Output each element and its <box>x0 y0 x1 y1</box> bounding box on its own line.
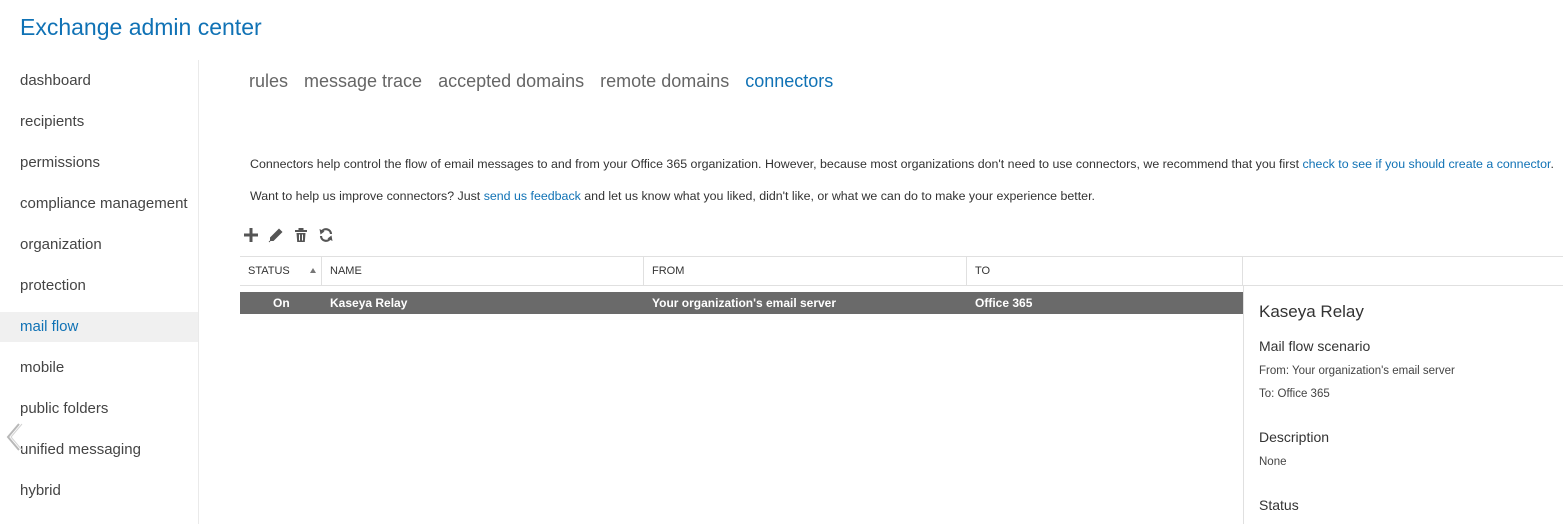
sidebar-item-unified-messaging[interactable]: unified messaging <box>0 435 198 465</box>
tab-rules[interactable]: rules <box>249 68 288 94</box>
create-connector-check-link[interactable]: check to see if you should create a conn… <box>1302 157 1550 171</box>
refresh-button[interactable] <box>315 224 336 246</box>
row-from: Your organization's email server <box>652 296 837 310</box>
row-name: Kaseya Relay <box>330 296 408 310</box>
sidebar-item-public-folders[interactable]: public folders <box>0 394 198 424</box>
sidebar-item-organization[interactable]: organization <box>0 230 198 260</box>
column-header-from[interactable]: FROM <box>644 257 967 285</box>
sidebar-nav: dashboard recipients permissions complia… <box>0 60 199 524</box>
send-feedback-link[interactable]: send us feedback <box>484 189 581 203</box>
delete-button[interactable] <box>290 224 311 246</box>
feedback-text: Want to help us improve connectors? Just… <box>250 189 1095 203</box>
column-header-to[interactable]: TO <box>967 257 1243 285</box>
table-row[interactable]: On Kaseya Relay Your organization's emai… <box>240 292 1243 314</box>
feedback-after: and let us know what you liked, didn't l… <box>580 189 1095 203</box>
toolbar <box>240 224 336 246</box>
app-title: Exchange admin center <box>20 14 262 40</box>
scenario-to: To: Office 365 <box>1259 388 1330 400</box>
row-status: On <box>273 296 290 310</box>
sidebar-item-dashboard[interactable]: dashboard <box>0 66 198 96</box>
feedback-before: Want to help us improve connectors? Just <box>250 189 484 203</box>
column-header-status-label: STATUS <box>248 265 290 277</box>
column-header-name[interactable]: NAME <box>322 257 644 285</box>
description-value: None <box>1259 456 1287 468</box>
sidebar-item-permissions[interactable]: permissions <box>0 148 198 178</box>
delete-icon <box>294 228 307 242</box>
sidebar-item-mail-flow[interactable]: mail flow <box>0 312 198 342</box>
edit-icon <box>268 228 282 243</box>
column-header-spacer <box>1243 257 1563 285</box>
refresh-icon <box>319 228 332 242</box>
description-heading: Description <box>1259 429 1330 445</box>
tab-remote-domains[interactable]: remote domains <box>600 68 729 94</box>
intro-text: Connectors help control the flow of emai… <box>250 157 1303 171</box>
sidebar-item-recipients[interactable]: recipients <box>0 107 198 137</box>
sidebar-item-compliance-management[interactable]: compliance management <box>0 189 198 219</box>
chevron-left-icon[interactable] <box>4 420 24 454</box>
status-heading: Status <box>1259 497 1299 513</box>
details-pane: Kaseya Relay Mail flow scenario From: Yo… <box>1243 286 1563 524</box>
add-icon <box>243 228 258 242</box>
add-button[interactable] <box>240 224 261 246</box>
mail-flow-scenario-heading: Mail flow scenario <box>1259 338 1371 354</box>
column-header-status[interactable]: STATUS <box>240 257 322 285</box>
tab-connectors[interactable]: connectors <box>745 68 833 94</box>
sidebar-item-mobile[interactable]: mobile <box>0 353 198 383</box>
row-to: Office 365 <box>975 296 1033 310</box>
edit-button[interactable] <box>265 224 286 246</box>
connectors-table-header: STATUS NAME FROM TO <box>240 256 1563 286</box>
connectors-intro-text: Connectors help control the flow of emai… <box>250 157 1554 171</box>
scenario-from: From: Your organization's email server <box>1259 365 1455 377</box>
tab-message-trace[interactable]: message trace <box>304 68 422 94</box>
sort-ascending-icon <box>310 268 316 273</box>
intro-end: . <box>1550 157 1554 171</box>
sidebar-item-protection[interactable]: protection <box>0 271 198 301</box>
details-title: Kaseya Relay <box>1259 302 1364 321</box>
mail-flow-tabs: rules message trace accepted domains rem… <box>249 68 833 94</box>
sidebar-item-hybrid[interactable]: hybrid <box>0 476 198 506</box>
tab-accepted-domains[interactable]: accepted domains <box>438 68 584 94</box>
